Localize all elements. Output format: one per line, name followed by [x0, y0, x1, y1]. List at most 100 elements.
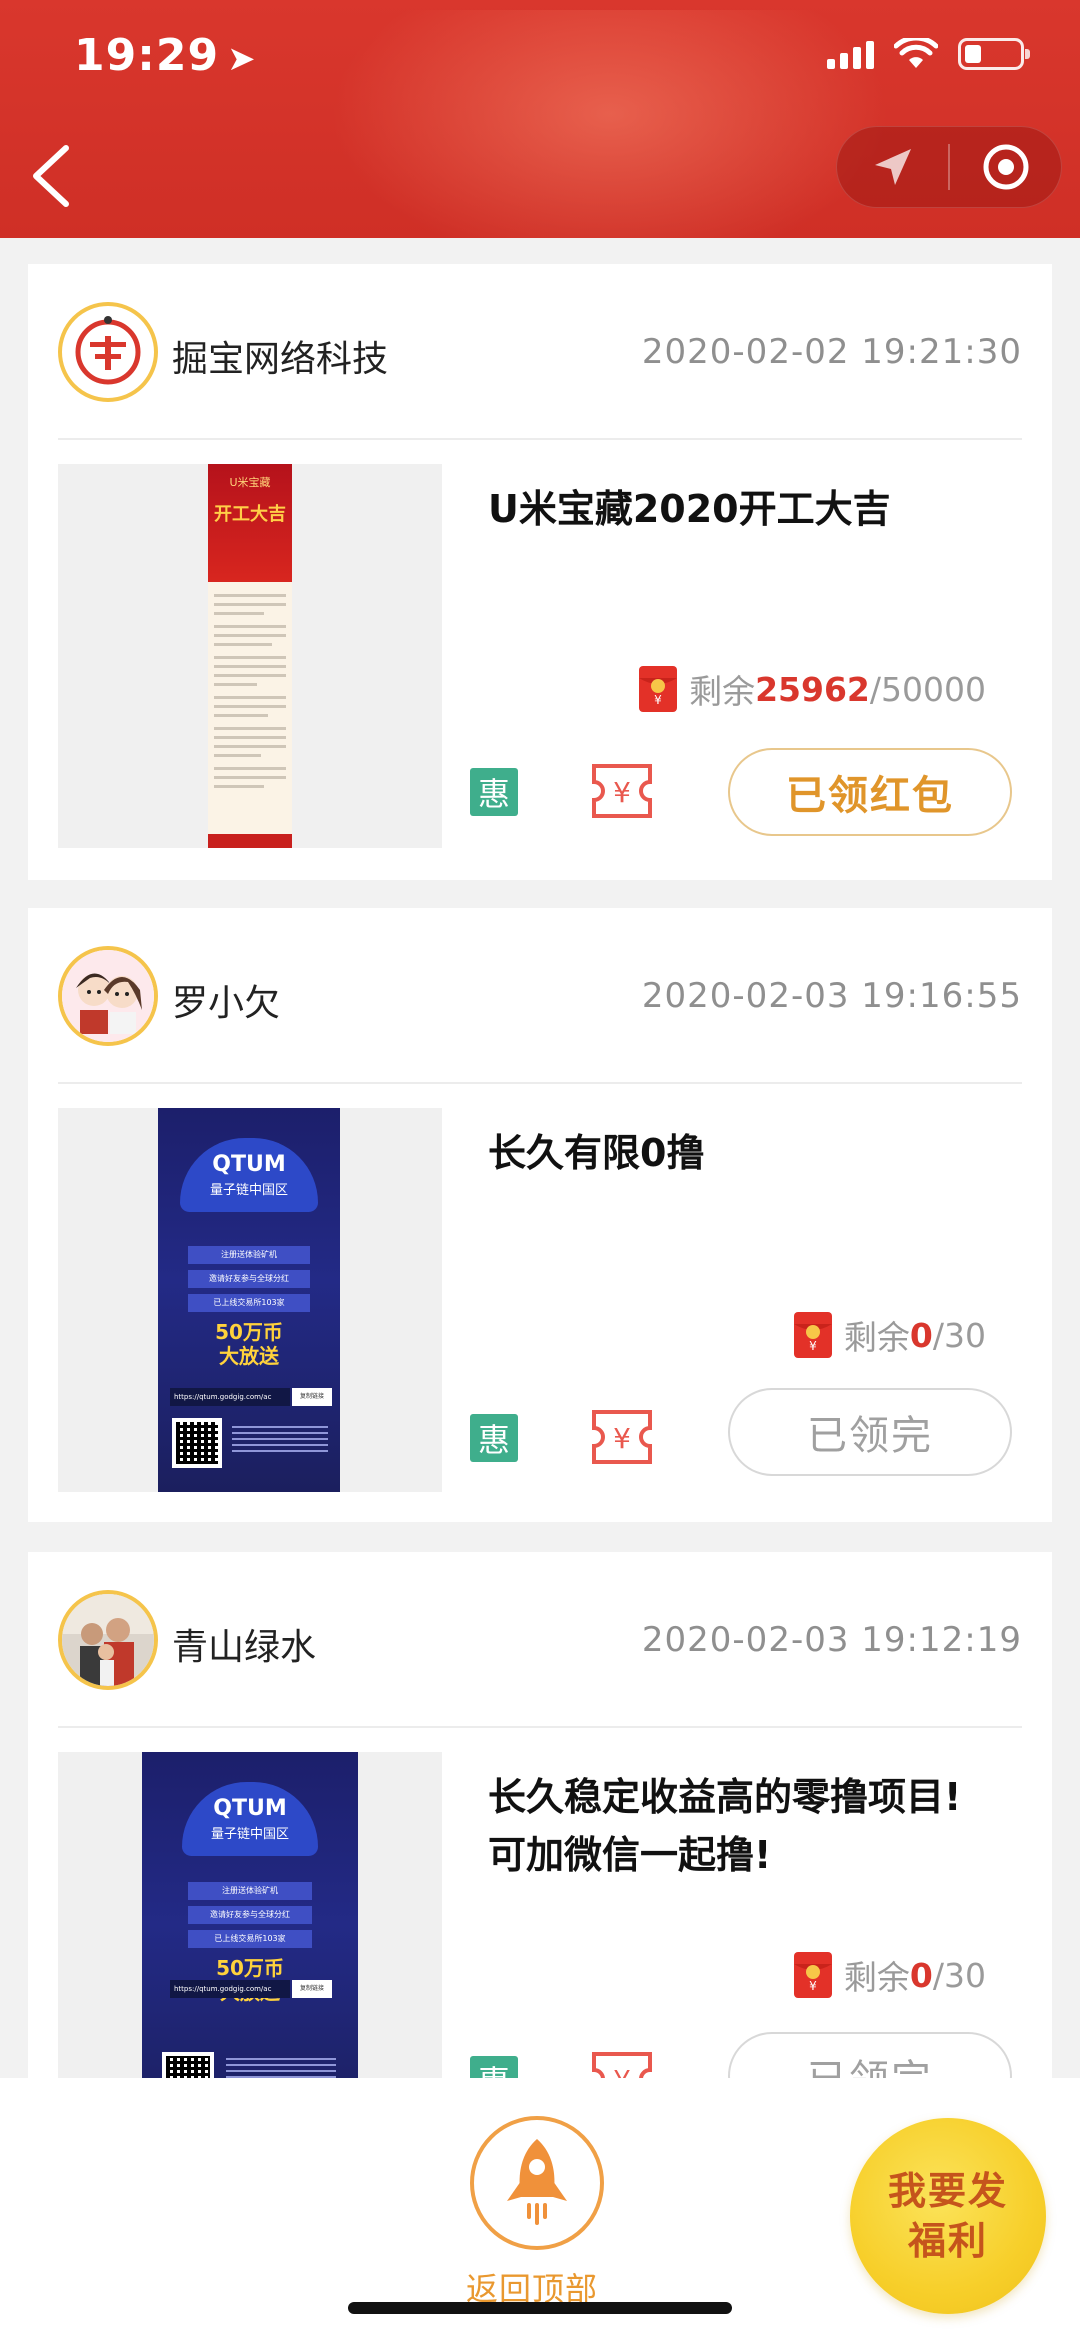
poster-copy-button: 复制链接 [292, 1388, 332, 1406]
poster-line: 已上线交易所103家 [188, 1294, 310, 1312]
post-thumbnail[interactable]: U米宝藏 开工大吉 [58, 464, 442, 848]
remain-count: 0 [909, 1315, 933, 1355]
poster-text-lines [208, 582, 292, 800]
remaining-count: ¥ 剩余 25962/50000 [637, 664, 986, 714]
post-card-3[interactable]: 青山绿水 2020-02-03 19:12:19 QTUM 量子链中国区 注册送… [28, 1552, 1052, 2136]
post-title[interactable]: 长久有限0撸 [488, 1124, 992, 1182]
poster-banner-text: U米宝藏 [229, 476, 271, 489]
remain-label: 剩余 [843, 1958, 910, 1997]
remain-label: 剩余 [689, 672, 756, 711]
publish-label-line2: 福利 [907, 2219, 988, 2263]
post-thumbnail[interactable]: QTUM 量子链中国区 注册送体验矿机 邀请好友参与全球分红 已上线交易所103… [58, 1108, 442, 1492]
poster-brand: QTUM [213, 1796, 287, 1821]
poster-line: 邀请好友参与全球分红 [188, 1906, 312, 1924]
cartoon-couple-avatar-icon [62, 950, 154, 1042]
post-time: 2020-02-02 19:21:30 [641, 332, 1022, 372]
poster-badge: QTUM 量子链中国区 [180, 1138, 318, 1212]
navigation-arrow-icon [874, 149, 911, 185]
coupon-ticket-icon: ¥ [592, 1410, 652, 1464]
author-name: 掘宝网络科技 [172, 339, 389, 380]
remain-label: 剩余 [843, 1318, 910, 1357]
poster-subtitle: 量子链中国区 [209, 1183, 288, 1198]
remain-total: /50000 [869, 669, 986, 709]
divider [58, 1082, 1022, 1084]
poster-line: 邀请好友参与全球分红 [188, 1270, 310, 1288]
claim-status-button[interactable]: 已领完 [728, 1388, 1012, 1476]
status-time-text: 19:29 [74, 30, 220, 81]
avatar[interactable] [58, 946, 158, 1046]
divider [58, 438, 1022, 440]
status-icons [827, 38, 1030, 70]
target-circle-icon [983, 144, 1028, 190]
svg-text:¥: ¥ [654, 693, 662, 707]
family-photo-avatar-icon [62, 1594, 154, 1686]
author-name: 罗小欠 [172, 983, 281, 1024]
divider [58, 1726, 1022, 1728]
poster-line: 已上线交易所103家 [188, 1930, 312, 1948]
back-to-top-button[interactable] [470, 2116, 604, 2250]
publish-welfare-button[interactable]: 我要发 福利 [850, 2118, 1046, 2314]
coupon-ticket-icon: ¥ [592, 764, 652, 818]
mini-program-capsule [836, 126, 1062, 208]
red-packet-icon: ¥ [793, 1952, 832, 1998]
header-bar: 19:29 ➤ [0, 0, 1080, 238]
avatar[interactable] [58, 1590, 158, 1690]
qtum-poster: QTUM 量子链中国区 注册送体验矿机 邀请好友参与全球分红 已上线交易所103… [158, 1108, 340, 1492]
status-time: 19:29 ➤ [74, 30, 257, 81]
svg-text:¥: ¥ [613, 776, 631, 809]
avatar[interactable] [58, 302, 158, 402]
remain-total: /30 [932, 1955, 986, 1995]
remain-count: 0 [909, 1955, 933, 1995]
post-card-2[interactable]: 罗小欠 2020-02-03 19:16:55 QTUM 量子链中国区 注册送体… [28, 908, 1052, 1522]
remain-count: 25962 [755, 669, 870, 709]
poster-brand: QTUM [212, 1152, 286, 1177]
company-logo-icon [64, 308, 152, 396]
location-arrow-icon: ➤ [227, 39, 257, 79]
poster-banner: U米宝藏 开工大吉 [208, 464, 292, 582]
poster-desc-lines [232, 1422, 328, 1456]
bottom-bar: 返回顶部 我要发 福利 [0, 2078, 1080, 2337]
svg-text:¥: ¥ [809, 1979, 817, 1993]
home-indicator[interactable] [348, 2302, 732, 2314]
post-header: 掘宝网络科技 2020-02-02 19:21:30 [58, 302, 1022, 402]
post-time: 2020-02-03 19:16:55 [641, 976, 1022, 1016]
svg-text:¥: ¥ [809, 1339, 817, 1353]
svg-text:¥: ¥ [613, 1422, 631, 1455]
wifi-icon [894, 38, 938, 68]
header-glow [330, 10, 890, 238]
poster-footer [208, 834, 292, 848]
poster-image: U米宝藏 开工大吉 [208, 464, 292, 848]
remaining-count: ¥ 剩余 0/30 [792, 1950, 986, 2000]
publish-label-line1: 我要发 [887, 2169, 1008, 2213]
claim-status-button[interactable]: 已领红包 [728, 748, 1012, 836]
post-header: 罗小欠 2020-02-03 19:16:55 [58, 946, 1022, 1046]
rocket-icon [507, 2139, 567, 2225]
post-card-1[interactable]: 掘宝网络科技 2020-02-02 19:21:30 U米宝藏 开工大吉 U米宝… [28, 264, 1052, 880]
poster-badge: QTUM 量子链中国区 [182, 1782, 318, 1856]
remaining-count: ¥ 剩余 0/30 [792, 1310, 986, 1360]
discount-badge: 惠 [470, 1414, 518, 1462]
poster-promo-2: 大放送 [219, 1344, 279, 1368]
poster-subtitle: 量子链中国区 [210, 1827, 289, 1842]
poster-line: 注册送体验矿机 [188, 1246, 310, 1264]
qr-code-icon [172, 1418, 222, 1468]
back-chevron-icon[interactable] [24, 138, 80, 214]
battery-icon [958, 38, 1030, 70]
remain-total: /30 [932, 1315, 986, 1355]
post-header: 青山绿水 2020-02-03 19:12:19 [58, 1590, 1022, 1690]
location-button[interactable] [837, 127, 948, 207]
poster-copy-button: 复制链接 [292, 1980, 332, 1998]
discount-badge: 惠 [470, 768, 518, 816]
author-name: 青山绿水 [172, 1627, 317, 1668]
poster-headline: 开工大吉 [214, 504, 286, 525]
red-packet-icon: ¥ [639, 666, 678, 712]
red-packet-icon: ¥ [793, 1312, 832, 1358]
post-title[interactable]: U米宝藏2020开工大吉 [488, 480, 992, 538]
poster-line: 注册送体验矿机 [188, 1882, 312, 1900]
post-time: 2020-02-03 19:12:19 [641, 1620, 1022, 1660]
post-title[interactable]: 长久稳定收益高的零撸项目!可加微信一起撸! [488, 1768, 992, 1884]
poster-url: https://qtum.godgig.com/ac [170, 1980, 290, 1998]
signal-icon [827, 39, 874, 69]
close-target-button[interactable] [950, 127, 1061, 207]
poster-url: https://qtum.godgig.com/ac [170, 1388, 290, 1406]
